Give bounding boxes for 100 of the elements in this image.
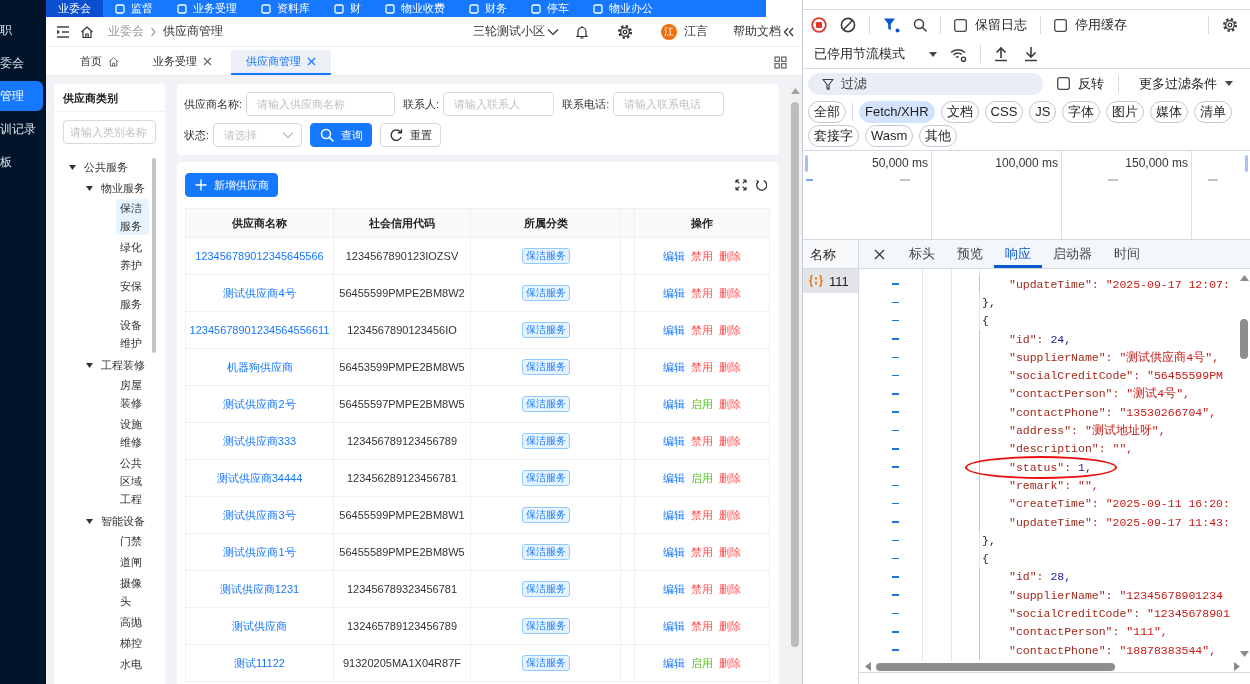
delete-link[interactable]: 删除 — [719, 433, 741, 449]
supplier-name-link[interactable]: 测试供应商1号 — [223, 545, 296, 558]
page-tab[interactable]: 业务受理 — [138, 50, 227, 75]
filter-chip[interactable]: Fetch/XHR — [859, 101, 935, 123]
tree-item[interactable]: 安保服务 — [116, 277, 149, 313]
delete-link[interactable]: 删除 — [719, 655, 741, 671]
nav-item[interactable]: 财务 — [457, 0, 519, 17]
throttling-dropdown[interactable]: 已停用节流模式 — [814, 45, 937, 63]
disable-link[interactable]: 禁用 — [691, 433, 713, 449]
close-icon[interactable] — [203, 57, 212, 66]
dropdown-button[interactable]: 更多过滤条件 — [1139, 74, 1233, 93]
delete-link[interactable]: 删除 — [719, 396, 741, 412]
filter-field[interactable]: 过滤 — [808, 72, 1043, 95]
tree-item[interactable]: 梯控 — [116, 634, 149, 652]
detail-tab[interactable]: 预览 — [946, 240, 994, 268]
edit-link[interactable]: 编辑 — [663, 544, 685, 560]
reset-button[interactable]: 重置 — [380, 123, 442, 147]
disable-link[interactable]: 禁用 — [691, 618, 713, 634]
disable-link[interactable]: 禁用 — [691, 581, 713, 597]
nav-item[interactable]: 物业收费 — [373, 0, 457, 17]
tree-item[interactable]: 工程装修 — [101, 358, 145, 373]
close-icon[interactable] — [874, 248, 885, 260]
tree-item[interactable]: 高抛 — [116, 613, 149, 631]
checkbox-label[interactable]: 反转 — [1078, 74, 1104, 93]
sidebar-item[interactable]: 训记录 — [0, 114, 43, 144]
delete-link[interactable]: 删除 — [719, 248, 741, 264]
user-name[interactable]: 江言 — [684, 24, 708, 39]
edit-link[interactable]: 编辑 — [663, 470, 685, 486]
grid-icon[interactable] — [774, 56, 787, 69]
page-tab[interactable]: 首页 — [65, 50, 134, 75]
edit-link[interactable]: 编辑 — [663, 248, 685, 264]
delete-link[interactable]: 删除 — [719, 322, 741, 338]
edit-link[interactable]: 编辑 — [663, 322, 685, 338]
delete-link[interactable]: 删除 — [719, 285, 741, 301]
sidebar-item[interactable]: 板 — [0, 147, 43, 177]
caret-down-icon[interactable] — [68, 165, 76, 170]
delete-link[interactable]: 删除 — [719, 470, 741, 486]
breadcrumb-item[interactable]: 业委会 — [108, 24, 144, 39]
search-button[interactable]: 查询 — [310, 123, 373, 147]
nav-item[interactable]: 业务受理 — [165, 0, 249, 17]
wifi-gear-icon[interactable] — [950, 46, 967, 62]
nav-item[interactable]: 财 — [322, 0, 373, 17]
edit-link[interactable]: 编辑 — [663, 285, 685, 301]
checkbox-label[interactable]: 保留日志 — [975, 16, 1027, 34]
scrollbar[interactable] — [790, 84, 800, 684]
supplier-name-link[interactable]: 测试供应商2号 — [223, 397, 296, 410]
edit-link[interactable]: 编辑 — [663, 433, 685, 449]
checkbox[interactable] — [954, 18, 967, 32]
sidebar-item[interactable]: 委会 — [0, 48, 43, 78]
tree-item[interactable]: 公共区域工程 — [116, 454, 149, 508]
tree-item[interactable]: 物业服务 — [101, 181, 145, 196]
nav-item[interactable]: 业委会 — [46, 0, 103, 17]
delete-link[interactable]: 删除 — [719, 581, 741, 597]
enable-link[interactable]: 启用 — [691, 655, 713, 671]
detail-tab[interactable]: 响应 — [994, 240, 1042, 268]
edit-link[interactable]: 编辑 — [663, 581, 685, 597]
disable-link[interactable]: 禁用 — [691, 544, 713, 560]
settings-icon[interactable] — [1222, 17, 1238, 33]
disable-link[interactable]: 禁用 — [691, 359, 713, 375]
tree-item[interactable]: 房屋装修 — [116, 376, 149, 412]
add-button[interactable]: 新增供应商 — [185, 173, 278, 197]
tree-item[interactable]: 绿化养护 — [116, 238, 149, 274]
tree-item[interactable]: 智能设备 — [101, 514, 145, 529]
edit-link[interactable]: 编辑 — [663, 507, 685, 523]
edit-link[interactable]: 编辑 — [663, 396, 685, 412]
page-tab[interactable]: 供应商管理 — [231, 50, 331, 75]
sidebar-item[interactable]: 职 — [0, 15, 43, 45]
edit-link[interactable]: 编辑 — [663, 655, 685, 671]
supplier-name-link[interactable]: 测试11122 — [234, 656, 285, 669]
edit-link[interactable]: 编辑 — [663, 359, 685, 375]
nav-item[interactable]: 监督 — [103, 0, 165, 17]
request-row[interactable]: 111 — [803, 269, 858, 293]
clear-icon[interactable] — [840, 17, 856, 33]
refresh-icon[interactable] — [755, 179, 767, 191]
avatar[interactable]: 江 — [661, 23, 677, 40]
tree-item[interactable]: 设备维护 — [116, 316, 149, 352]
supplier-name-link[interactable]: 测试供应商333 — [222, 434, 297, 447]
disable-link[interactable]: 禁用 — [691, 248, 713, 264]
delete-link[interactable]: 删除 — [719, 544, 741, 560]
bell-icon[interactable] — [575, 24, 589, 39]
tree-item[interactable]: 设施维修 — [116, 415, 149, 451]
delete-link[interactable]: 删除 — [719, 507, 741, 523]
disable-link[interactable]: 禁用 — [691, 322, 713, 338]
select-field[interactable]: 请选择 — [213, 123, 303, 147]
caret-down-icon[interactable] — [85, 519, 93, 524]
community-dropdown[interactable]: 三轮测试小区 — [473, 24, 559, 39]
supplier-name-link[interactable]: 测试供应商1231 — [219, 582, 300, 595]
tree-item[interactable]: 公共服务 — [84, 160, 128, 175]
home-icon[interactable] — [80, 24, 94, 39]
stop-recording-icon[interactable] — [811, 17, 827, 33]
caret-down-icon[interactable] — [85, 363, 93, 368]
search-icon[interactable] — [913, 18, 927, 32]
detail-tab[interactable]: 启动器 — [1042, 240, 1103, 268]
disable-link[interactable]: 禁用 — [691, 507, 713, 523]
delete-link[interactable]: 删除 — [719, 618, 741, 634]
scrollbar[interactable] — [152, 158, 156, 353]
menu-fold-icon[interactable] — [56, 24, 70, 39]
help-link[interactable]: 帮助文档 — [733, 24, 794, 39]
nav-item[interactable]: 资料库 — [249, 0, 322, 17]
supplier-name-link[interactable]: 测试供应商4号 — [223, 286, 296, 299]
